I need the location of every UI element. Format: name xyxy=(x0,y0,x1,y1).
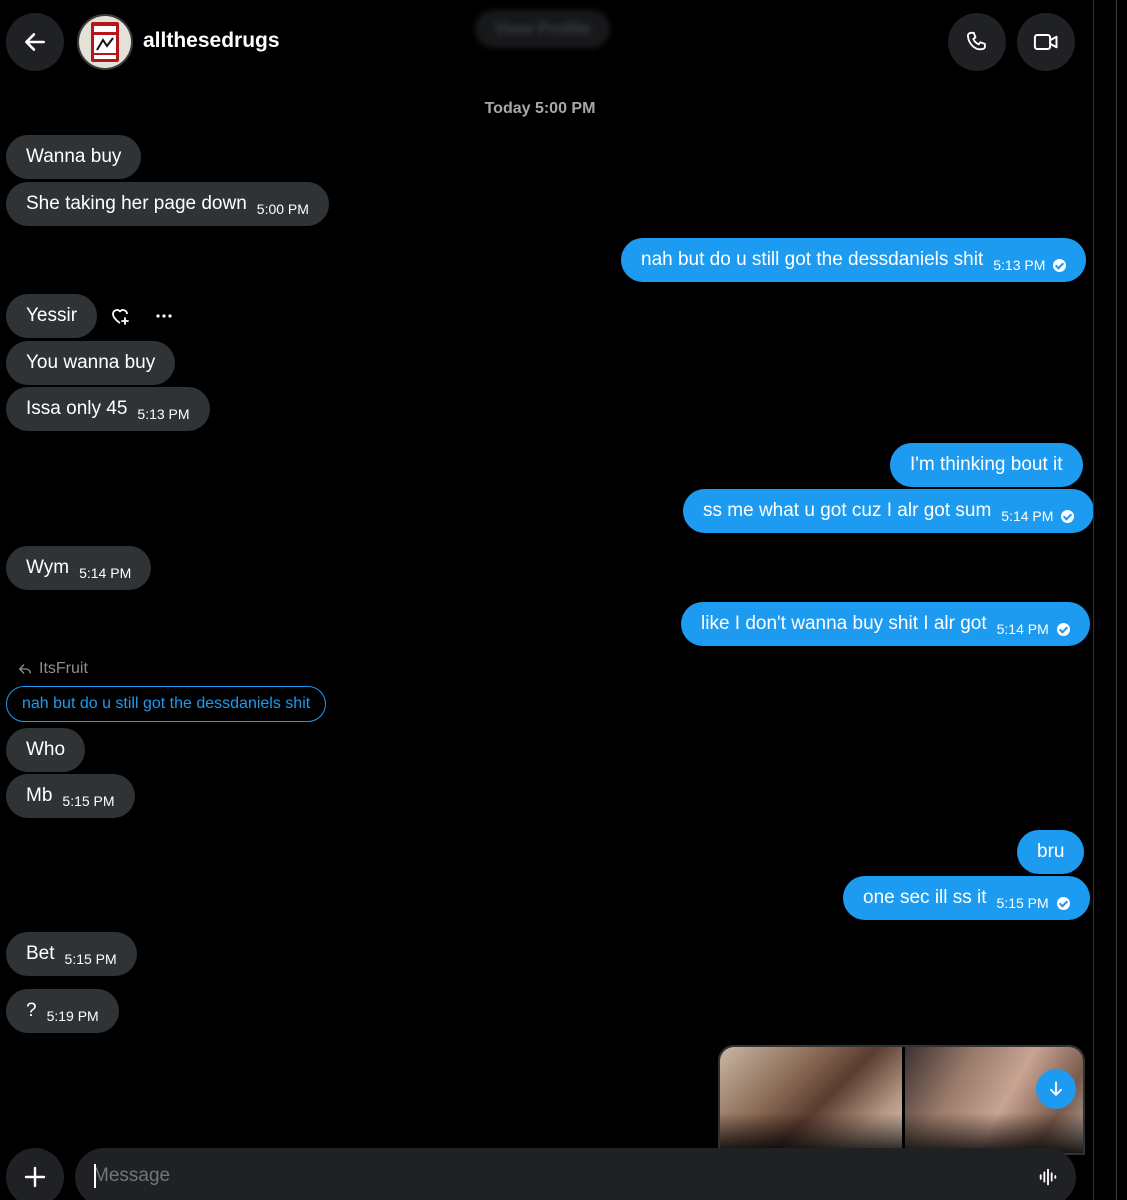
media-fade xyxy=(720,1113,1083,1153)
incoming-message[interactable]: Yessir xyxy=(6,294,98,338)
outgoing-message[interactable]: ss me what u got cuz I alr got sum 5:14 … xyxy=(683,489,1095,533)
message-timestamp: 5:13 PM xyxy=(137,406,190,422)
avatar-image xyxy=(79,16,131,68)
voice-message-icon[interactable] xyxy=(1037,1166,1059,1188)
conversation-username[interactable]: allthesedrugs xyxy=(143,29,280,53)
more-options-icon[interactable] xyxy=(152,304,176,328)
back-arrow-icon xyxy=(25,33,45,51)
video-camera-icon xyxy=(1033,34,1058,50)
message-text: She taking her page down xyxy=(26,193,247,214)
sent-check-icon xyxy=(1061,509,1075,523)
message-text: Issa only 45 xyxy=(26,398,128,419)
incoming-message[interactable]: Bet 5:15 PM xyxy=(6,932,137,976)
outgoing-message[interactable]: like I don't wanna buy shit I alr got 5:… xyxy=(681,602,1090,646)
message-text: Yessir xyxy=(26,305,78,326)
message-timestamp: 5:14 PM xyxy=(996,621,1049,637)
message-timestamp: 5:13 PM xyxy=(993,257,1046,273)
message-text: ss me what u got cuz I alr got sum xyxy=(703,500,992,521)
view-profile-button[interactable]: View Profile xyxy=(475,10,610,48)
incoming-message[interactable]: Wanna buy xyxy=(6,135,142,179)
video-call-button[interactable] xyxy=(1017,13,1075,71)
outgoing-message[interactable]: I'm thinking bout it xyxy=(890,443,1083,487)
incoming-message[interactable]: Who xyxy=(6,728,86,772)
message-timestamp: 5:15 PM xyxy=(996,895,1049,911)
message-text: like I don't wanna buy shit I alr got xyxy=(701,613,987,634)
reply-arrow-icon xyxy=(19,664,31,674)
media-attachment[interactable] xyxy=(718,1045,1085,1155)
plus-icon xyxy=(24,1166,46,1188)
call-button[interactable] xyxy=(948,13,1006,71)
message-text: nah but do u still got the dessdaniels s… xyxy=(641,249,984,270)
message-text: You wanna buy xyxy=(26,352,156,373)
outgoing-message[interactable]: one sec ill ss it 5:15 PM xyxy=(843,876,1090,920)
incoming-message[interactable]: She taking her page down 5:00 PM xyxy=(6,182,329,226)
incoming-message[interactable]: Wym 5:14 PM xyxy=(6,546,152,590)
message-text: bru xyxy=(1037,841,1065,862)
outgoing-message[interactable]: nah but do u still got the dessdaniels s… xyxy=(621,238,1087,282)
arrow-down-icon xyxy=(1050,1081,1062,1096)
message-text: ? xyxy=(26,1000,37,1021)
reply-header: ItsFruit xyxy=(17,660,88,678)
message-timestamp: 5:15 PM xyxy=(62,793,115,809)
back-button[interactable] xyxy=(6,13,64,71)
phone-icon xyxy=(966,31,986,51)
message-timestamp: 5:14 PM xyxy=(1001,508,1054,524)
message-timestamp: 5:00 PM xyxy=(256,201,309,217)
message-text: one sec ill ss it xyxy=(863,887,987,908)
message-input[interactable] xyxy=(93,1160,993,1192)
scroll-to-bottom-button[interactable] xyxy=(1036,1069,1076,1109)
add-attachment-button[interactable] xyxy=(6,1148,64,1200)
reply-quoted-message[interactable]: nah but do u still got the dessdaniels s… xyxy=(6,686,327,722)
message-text: Mb xyxy=(26,785,53,806)
incoming-message[interactable]: You wanna buy xyxy=(6,341,176,385)
incoming-message[interactable]: ? 5:19 PM xyxy=(6,989,119,1033)
reply-author: ItsFruit xyxy=(39,660,88,677)
avatar[interactable] xyxy=(77,14,133,70)
message-text: Wanna buy xyxy=(26,146,122,167)
date-separator: Today 5:00 PM xyxy=(484,100,596,117)
message-timestamp: 5:14 PM xyxy=(79,565,132,581)
message-text: Bet xyxy=(26,943,55,964)
message-timestamp: 5:19 PM xyxy=(46,1008,99,1024)
add-reaction-icon[interactable] xyxy=(108,304,132,328)
message-text: Wym xyxy=(26,557,70,578)
incoming-message[interactable]: Issa only 45 5:13 PM xyxy=(6,387,210,431)
text-caret xyxy=(94,1164,96,1188)
message-composer xyxy=(75,1148,1076,1200)
sent-check-icon xyxy=(1056,896,1070,910)
message-text: Who xyxy=(26,739,66,760)
scrollbar[interactable] xyxy=(1116,0,1117,1200)
outgoing-message[interactable]: bru xyxy=(1017,830,1085,874)
incoming-message[interactable]: Mb 5:15 PM xyxy=(6,774,135,818)
message-text: I'm thinking bout it xyxy=(910,454,1063,475)
sent-check-icon xyxy=(1056,622,1070,636)
sent-check-icon xyxy=(1053,258,1067,272)
message-timestamp: 5:15 PM xyxy=(64,951,117,967)
right-panel-edge xyxy=(1093,0,1127,1200)
